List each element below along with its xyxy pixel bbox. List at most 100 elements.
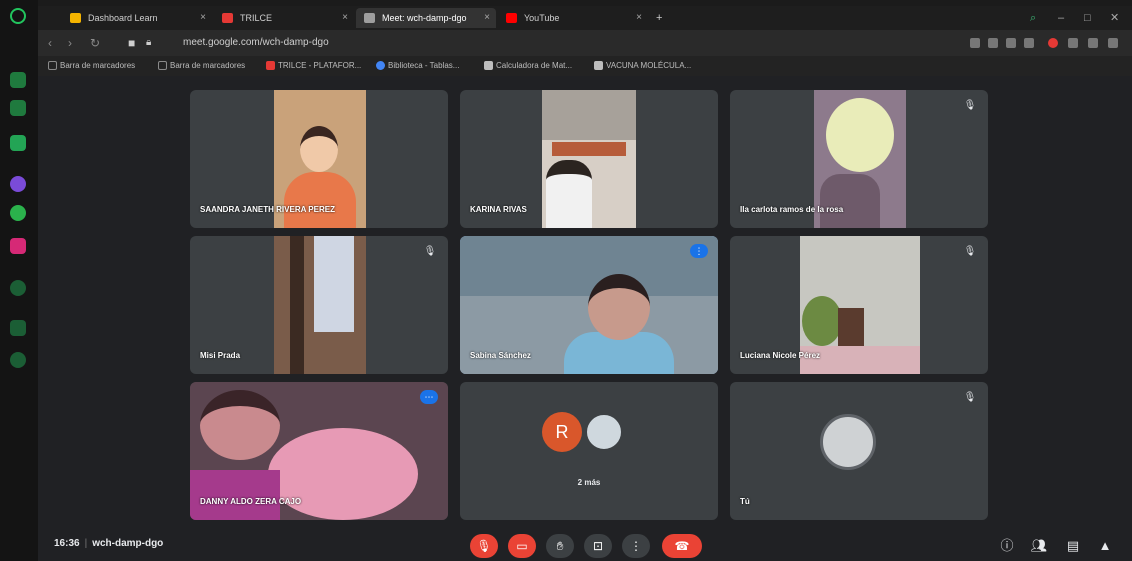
close-tab-icon[interactable]: × <box>484 8 490 28</box>
bookmark-biblioteca[interactable]: Biblioteca - Tablas... <box>376 60 459 72</box>
participant-tile[interactable]: 🎙︎ Ila carlota ramos de la rosa <box>730 90 988 228</box>
minimize-icon[interactable]: – <box>1058 8 1064 28</box>
bookmark-folder[interactable]: Barra de marcadores <box>48 60 135 72</box>
close-tab-icon[interactable]: × <box>636 8 642 28</box>
leave-call-button[interactable]: ☎︎ <box>662 534 702 558</box>
close-window-icon[interactable]: ✕ <box>1110 8 1119 28</box>
calculator-icon <box>484 61 493 70</box>
participant-tile[interactable]: 🎙︎ Luciana Nicole Pérez <box>730 236 988 374</box>
address-bar: ‹ › ↻ ■ 🔒︎ meet.google.com/wch-damp-dgo <box>38 30 1132 56</box>
forward-icon[interactable]: › <box>68 34 72 52</box>
lock-icon[interactable]: 🔒︎ <box>146 34 151 52</box>
participant-tile-active[interactable]: ⋮ Sabina Sánchez <box>460 236 718 374</box>
participant-name: Misi Prada <box>200 351 241 360</box>
back-icon[interactable]: ‹ <box>48 34 52 52</box>
heart-icon[interactable] <box>1024 38 1034 48</box>
menu-icon[interactable] <box>1108 38 1118 48</box>
balloon <box>268 428 418 520</box>
participant-name: SAANDRA JANETH RIVERA PEREZ <box>200 205 335 214</box>
avatar: R <box>542 412 582 452</box>
home-icon[interactable] <box>10 100 26 116</box>
folder-icon <box>48 61 57 70</box>
balloon <box>826 98 894 172</box>
search-tabs-icon[interactable]: ⌕ <box>1030 8 1036 28</box>
tab-label: YouTube <box>524 13 560 23</box>
chat-icon[interactable]: ▤ <box>1064 536 1082 556</box>
more-icon[interactable] <box>10 352 26 368</box>
participant-tile[interactable]: ⋯ DANNY ALDO ZERA CAJO <box>190 382 448 520</box>
trilce-icon <box>266 61 275 70</box>
participant-tile[interactable]: 🎙︎ Misi Prada <box>190 236 448 374</box>
activities-icon[interactable]: ▲ <box>1096 536 1114 556</box>
self-name: Tú <box>740 497 750 506</box>
whatsapp-icon[interactable] <box>10 135 26 151</box>
play-icon[interactable] <box>1006 38 1016 48</box>
maximize-icon[interactable]: □ <box>1084 8 1091 28</box>
youtube-favicon-icon <box>506 13 517 23</box>
camera-indicator-icon[interactable]: ■ <box>128 34 135 52</box>
browser-sidebar <box>0 0 38 561</box>
messenger-icon[interactable] <box>10 176 26 192</box>
settings-icon[interactable] <box>10 320 26 336</box>
participant-shirt <box>284 172 356 228</box>
vpn-icon[interactable] <box>1068 38 1078 48</box>
dashboard-favicon-icon <box>70 13 81 23</box>
people-icon[interactable]: 👥︎ <box>1030 536 1048 556</box>
participant-name: Sabina Sánchez <box>470 351 531 360</box>
speaking-indicator-icon: ⋯ <box>420 390 438 404</box>
muted-mic-icon: 🎙︎ <box>963 246 977 257</box>
folder-icon <box>158 61 167 70</box>
camera-toggle-button[interactable]: ▭ <box>508 534 536 558</box>
close-tab-icon[interactable]: × <box>200 8 206 28</box>
present-screen-button[interactable]: ⊡ <box>584 534 612 558</box>
globe-icon <box>376 61 385 70</box>
instagram-icon[interactable] <box>10 238 26 254</box>
clock-time: 16:36 <box>54 538 80 549</box>
tab-youtube[interactable]: YouTube × <box>498 8 648 28</box>
new-tab-button[interactable]: + <box>656 8 662 28</box>
camera-permission-icon[interactable] <box>970 38 980 48</box>
participant-figure <box>546 160 592 228</box>
bookmark-folder[interactable]: Barra de marcadores <box>158 60 245 72</box>
avatar-photo <box>584 412 624 452</box>
participant-video <box>542 90 636 228</box>
participant-shirt <box>190 470 280 520</box>
mic-permission-icon[interactable] <box>988 38 998 48</box>
trilce-favicon-icon <box>222 13 233 23</box>
raise-hand-button[interactable]: ✋︎ <box>546 534 574 558</box>
self-tile[interactable]: 🎙︎ Tú <box>730 382 988 520</box>
url-field[interactable]: meet.google.com/wch-damp-dgo <box>183 36 329 50</box>
participant-tile[interactable]: KARINA RIVAS <box>460 90 718 228</box>
tab-dashboard[interactable]: Dashboard Learn × <box>62 8 212 28</box>
tab-label: Dashboard Learn <box>88 13 158 23</box>
bookmark-trilce[interactable]: TRILCE - PLATAFOR... <box>266 60 361 72</box>
bookmark-vacuna[interactable]: VACUNA MOLÉCULA... <box>594 60 691 72</box>
meeting-info-icon[interactable]: ⓘ <box>998 536 1016 556</box>
extension-red-icon[interactable] <box>1048 38 1058 48</box>
opera-logo-icon[interactable] <box>10 8 26 24</box>
speed-dial-icon[interactable] <box>10 72 26 88</box>
participant-video <box>274 236 366 374</box>
tab-meet[interactable]: Meet: wch-damp-dgo × <box>356 8 496 28</box>
participant-tile[interactable]: SAANDRA JANETH RIVERA PEREZ <box>190 90 448 228</box>
participant-name: Luciana Nicole Pérez <box>740 351 821 360</box>
bookmark-calculadora[interactable]: Calculadora de Mat... <box>484 60 572 72</box>
meeting-details: 16:36 | wch-damp-dgo <box>54 538 163 549</box>
meet-favicon-icon <box>364 13 375 23</box>
video-shelf <box>552 142 626 156</box>
whatsapp-2-icon[interactable] <box>10 205 26 221</box>
meet-control-bar: 16:36 | wch-damp-dgo 🎙︎ ▭ ✋︎ ⊡ ⋮ ☎︎ ⓘ 👥︎ ▤… <box>38 532 1132 561</box>
video-background-wall <box>542 90 636 140</box>
reload-icon[interactable]: ↻ <box>90 34 100 52</box>
history-icon[interactable] <box>10 280 26 296</box>
participant-name: DANNY ALDO ZERA CAJO <box>200 497 302 506</box>
close-tab-icon[interactable]: × <box>342 8 348 28</box>
separator: | <box>84 538 88 549</box>
download-icon[interactable] <box>1088 38 1098 48</box>
more-options-button[interactable]: ⋮ <box>622 534 650 558</box>
more-participants-tile[interactable]: R 2 más <box>460 382 718 520</box>
meeting-code: wch-damp-dgo <box>92 538 164 549</box>
participant-face <box>300 126 338 172</box>
tab-trilce[interactable]: TRILCE × <box>214 8 354 28</box>
mic-toggle-button[interactable]: 🎙︎ <box>470 534 498 558</box>
